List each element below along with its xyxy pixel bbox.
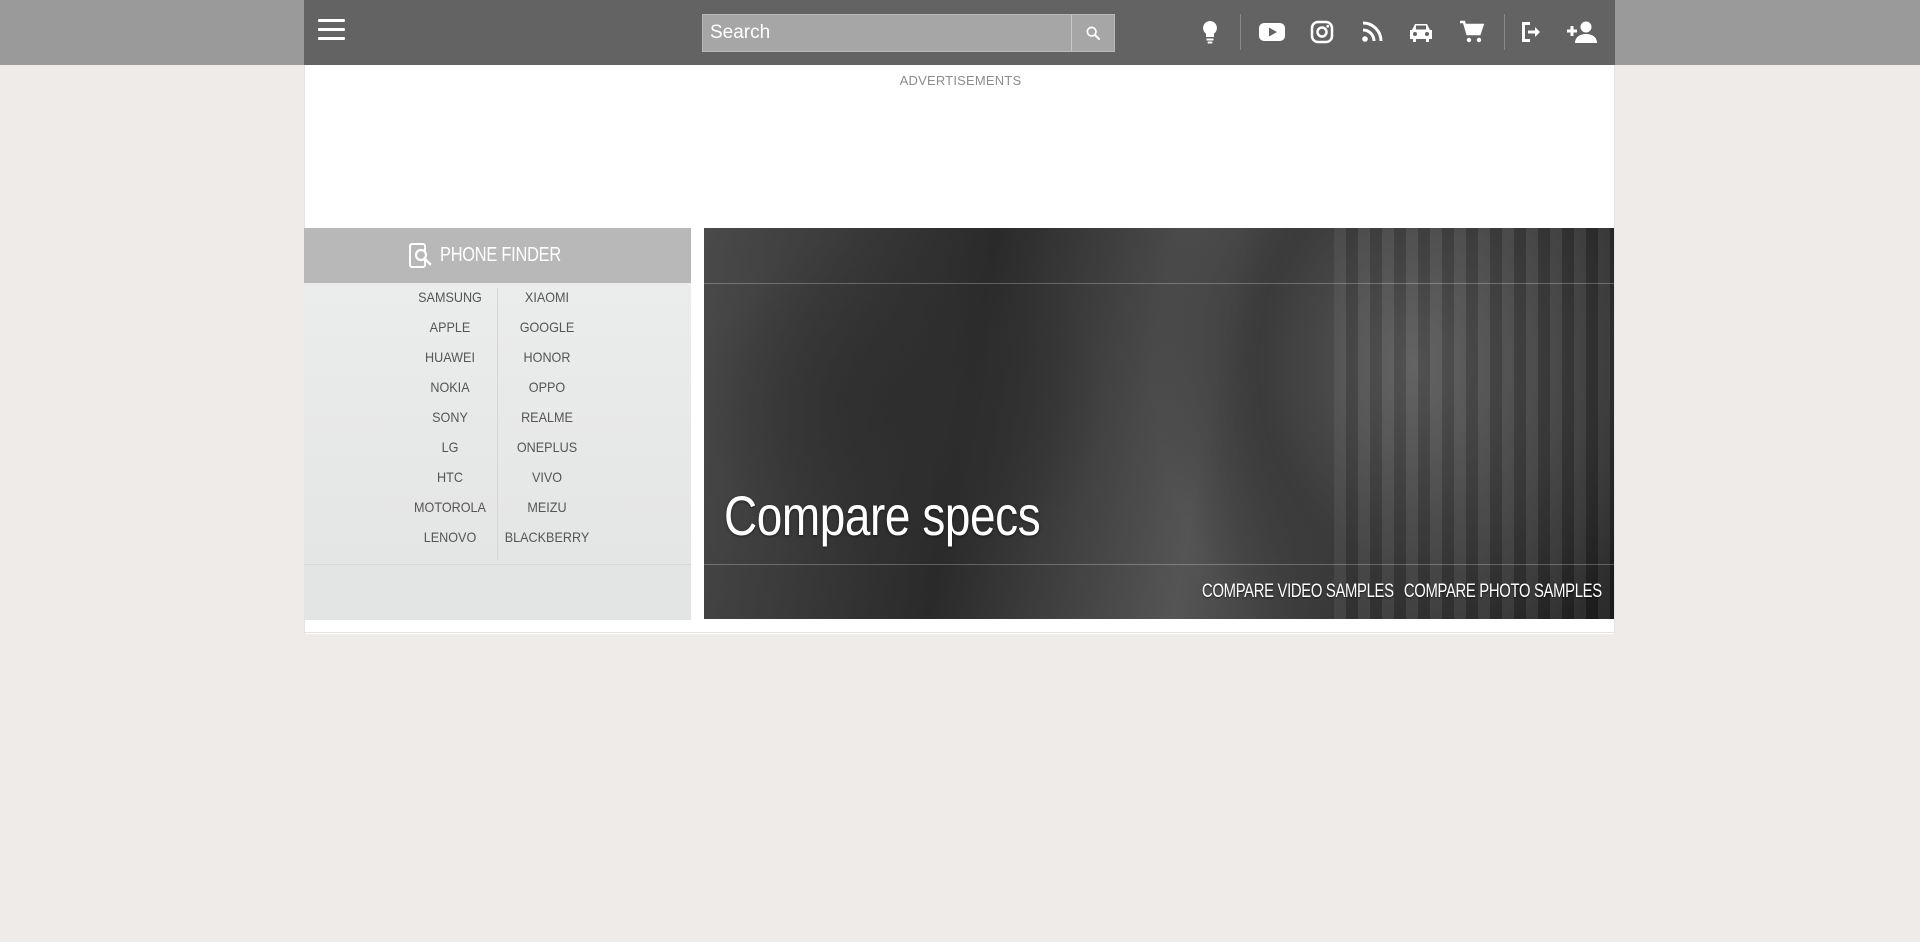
instagram-icon[interactable]: [1307, 17, 1337, 47]
brand-link-motorola[interactable]: MOTOROLA: [401, 499, 500, 515]
search-input[interactable]: [703, 15, 1071, 51]
brand-link-meizu[interactable]: MEIZU: [498, 499, 597, 515]
phone-finder-header[interactable]: PHONE FINDER: [304, 228, 691, 283]
search-icon: [1086, 26, 1100, 40]
brand-link-blackberry[interactable]: BLACKBERRY: [498, 529, 597, 545]
brand-link-nokia[interactable]: NOKIA: [401, 379, 500, 395]
brand-link-samsung[interactable]: SAMSUNG: [401, 289, 500, 305]
compare-video-samples-link[interactable]: COMPARE VIDEO SAMPLES: [1202, 581, 1394, 603]
search-box: [702, 14, 1115, 52]
youtube-icon[interactable]: [1257, 17, 1287, 47]
add-user-icon[interactable]: [1564, 17, 1600, 47]
hero-divider-bottom: [704, 564, 1614, 565]
brand-link-realme[interactable]: REALME: [498, 409, 597, 425]
toolbar-divider: [1504, 14, 1505, 50]
phone-finder-footer: [304, 564, 691, 620]
brand-link-vivo[interactable]: VIVO: [498, 469, 597, 485]
compare-specs-banner[interactable]: Compare specs COMPARE VIDEO SAMPLES COMP…: [704, 228, 1614, 619]
brand-link-lenovo[interactable]: LENOVO: [401, 529, 500, 545]
lightbulb-icon[interactable]: [1195, 17, 1225, 47]
brand-link-huawei[interactable]: HUAWEI: [401, 349, 500, 365]
hero-title: Compare specs: [724, 484, 1041, 547]
top-navigation-bar: [304, 0, 1615, 65]
brand-list: SAMSUNG APPLE HUAWEI NOKIA SONY LG HTC MOTOROLA…: [304, 283, 691, 564]
toolbar-divider: [1240, 14, 1241, 50]
brand-link-oppo[interactable]: OPPO: [498, 379, 597, 395]
phone-finder: PHONE FINDER SAMSUNG APPLE HUAWEI NOKIA SONY…: [304, 228, 691, 620]
car-icon[interactable]: [1406, 17, 1436, 47]
content-bottom-border: [304, 632, 1615, 633]
brand-link-xiaomi[interactable]: XIAOMI: [498, 289, 597, 305]
phone-finder-title: PHONE FINDER: [439, 244, 561, 266]
compare-photo-samples-link[interactable]: COMPARE PHOTO SAMPLES: [1404, 581, 1602, 603]
rss-icon[interactable]: [1357, 17, 1387, 47]
brand-link-honor[interactable]: HONOR: [498, 349, 597, 365]
brand-link-htc[interactable]: HTC: [401, 469, 500, 485]
search-button[interactable]: [1071, 15, 1114, 51]
brand-link-lg[interactable]: LG: [401, 439, 500, 455]
menu-icon[interactable]: [318, 19, 345, 43]
advertisements-label: ADVERTISEMENTS: [899, 73, 1022, 88]
brand-link-oneplus[interactable]: ONEPLUS: [498, 439, 597, 455]
login-icon[interactable]: [1515, 17, 1545, 47]
hero-divider-top: [704, 283, 1614, 284]
brand-link-apple[interactable]: APPLE: [401, 319, 500, 335]
hero-photo-detail: [1334, 228, 1614, 619]
brand-link-sony[interactable]: SONY: [401, 409, 500, 425]
cart-icon[interactable]: [1457, 17, 1487, 47]
brand-link-google[interactable]: GOOGLE: [498, 319, 597, 335]
phone-search-icon: [408, 242, 432, 268]
